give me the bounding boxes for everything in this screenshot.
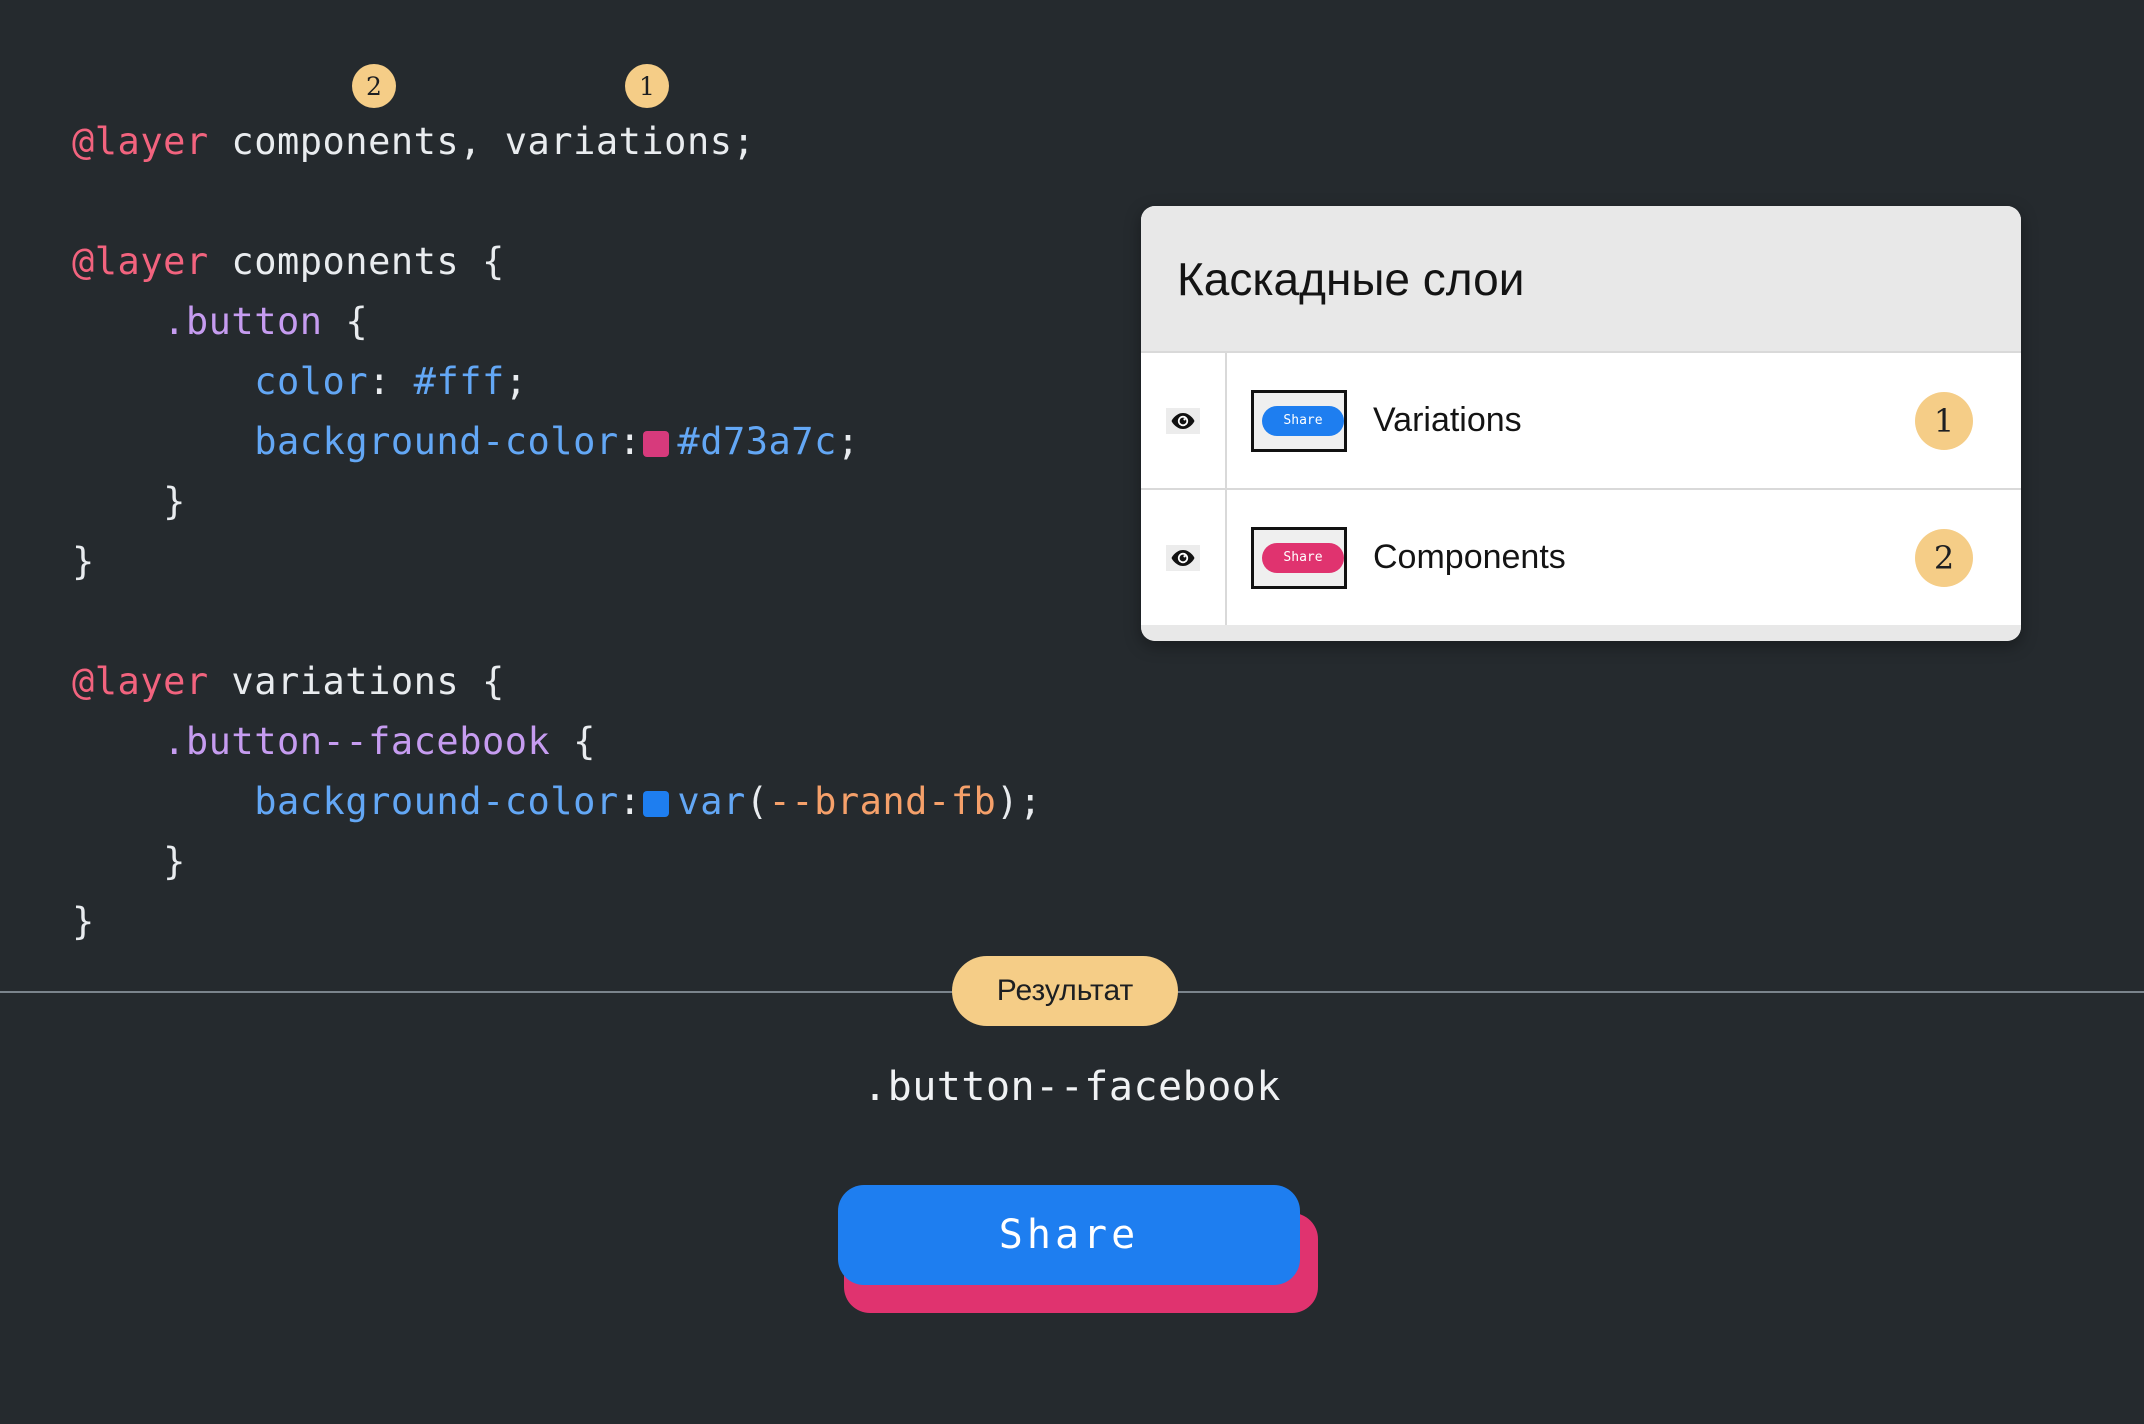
code-token: #d73a7c — [677, 420, 837, 463]
code-token: color — [254, 360, 369, 403]
eye-icon[interactable] — [1166, 544, 1200, 571]
code-token: ; — [836, 420, 860, 463]
css-code-block: @layer components, variations; @layer co… — [72, 112, 1042, 952]
eye-icon[interactable] — [1166, 407, 1200, 434]
layer-order-badge: 2 — [1915, 528, 1973, 587]
code-token: } — [72, 540, 95, 583]
layer-thumbnail-button: Share — [1262, 405, 1344, 436]
code-token: } — [72, 840, 186, 883]
code-line: .button { — [72, 292, 1042, 352]
code-line: background-color: #d73a7c; — [72, 412, 1042, 472]
code-token: ( — [745, 780, 769, 823]
code-line: color: #fff; — [72, 352, 1042, 412]
layer-thumbnail-button: Share — [1262, 542, 1344, 573]
code-line: @layer variations { — [72, 652, 1042, 712]
code-line: } — [72, 472, 1042, 532]
layer-thumbnail: Share — [1251, 389, 1347, 452]
code-line: } — [72, 832, 1042, 892]
code-line: .button--facebook { — [72, 712, 1042, 772]
layer-name: Components — [1373, 538, 1566, 576]
code-token: .button — [163, 300, 323, 343]
code-line: } — [72, 892, 1042, 952]
result-selector-label: .button--facebook — [863, 1064, 1281, 1110]
layer-row-content: Share Components 2 — [1227, 490, 2021, 625]
color-swatch-icon — [643, 791, 670, 817]
layer-order-badge: 1 — [1915, 391, 1973, 450]
layer-visibility-toggle[interactable] — [1141, 353, 1227, 488]
code-token: variations { — [208, 660, 505, 703]
code-token: ; — [504, 360, 528, 403]
code-token: @layer — [72, 120, 209, 163]
layer-row-content: Share Variations 1 — [1227, 353, 2021, 488]
code-token: { — [322, 300, 369, 343]
share-button[interactable]: Share — [838, 1185, 1300, 1285]
code-token: @layer — [72, 660, 209, 703]
code-token: } — [72, 900, 95, 943]
code-token: : — [368, 360, 414, 403]
code-token: --brand-fb — [768, 780, 997, 823]
code-token: @layer — [72, 240, 209, 283]
code-line: background-color: var(--brand-fb); — [72, 772, 1042, 832]
layers-list: Share Variations 1 Share Components 2 — [1141, 351, 2021, 625]
result-pill-label: Результат — [952, 956, 1178, 1026]
layer-row[interactable]: Share Components 2 — [1141, 488, 2021, 625]
code-token: : — [618, 780, 642, 823]
layers-panel-title: Каскадные слои — [1177, 252, 1525, 305]
code-line: } — [72, 532, 1042, 592]
code-token: #fff — [413, 360, 505, 403]
code-token: components, variations; — [208, 120, 756, 163]
code-token: ; — [1019, 780, 1042, 823]
code-token: var — [677, 780, 746, 823]
color-swatch-icon — [643, 431, 670, 457]
code-callout-badge-variations: 1 — [625, 64, 669, 108]
code-token: .button--facebook — [163, 720, 551, 763]
layer-name: Variations — [1373, 401, 1522, 439]
layers-panel-footer — [1141, 625, 2021, 641]
share-button-preview: Share — [838, 1185, 1318, 1315]
code-token: components { — [208, 240, 505, 283]
code-token: background-color — [254, 420, 619, 463]
code-token: } — [72, 480, 186, 523]
code-token: ) — [996, 780, 1020, 823]
code-token: background-color — [254, 780, 619, 823]
layers-panel-header: Каскадные слои — [1141, 206, 2021, 351]
layer-row[interactable]: Share Variations 1 — [1141, 351, 2021, 488]
code-callout-badge-components: 2 — [352, 64, 396, 108]
layer-thumbnail: Share — [1251, 526, 1347, 589]
cascade-layers-panel: Каскадные слои Share Variations 1 Share Comp… — [1141, 206, 2021, 641]
code-token: : — [618, 420, 642, 463]
layer-visibility-toggle[interactable] — [1141, 490, 1227, 625]
code-token: { — [550, 720, 596, 763]
code-line: @layer components, variations; — [72, 112, 1042, 172]
code-line: @layer components { — [72, 232, 1042, 292]
